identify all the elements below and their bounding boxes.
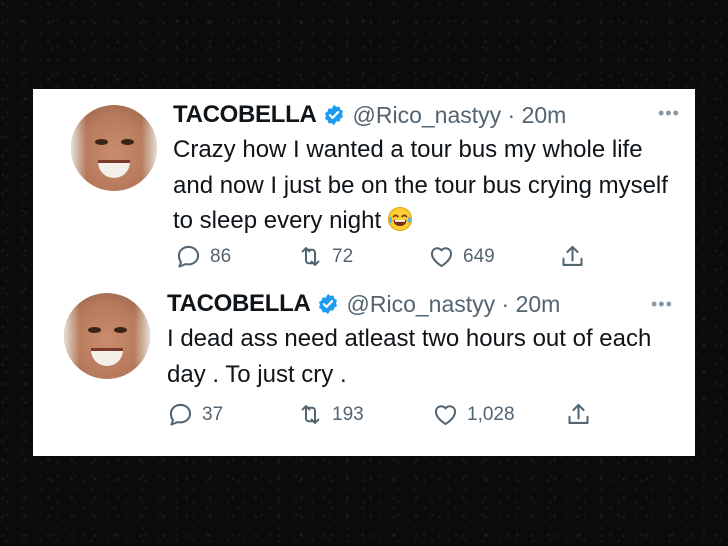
tweet-text: I dead ass need atleast two hours out of…: [167, 325, 652, 388]
like-icon: [430, 247, 453, 268]
separator-dot: ·: [495, 290, 516, 317]
avatar[interactable]: [64, 293, 150, 379]
more-options-icon[interactable]: •••: [651, 294, 673, 315]
tweet-header: TACOBELLA @Rico_nastyy · 20m: [167, 289, 560, 319]
share-button[interactable]: [559, 243, 586, 270]
tweet-header: TACOBELLA @Rico_nastyy · 20m: [173, 100, 566, 130]
tweet[interactable]: TACOBELLA @Rico_nastyy · 20m ••• Crazy h…: [33, 89, 695, 275]
timestamp[interactable]: 20m: [522, 102, 567, 129]
more-options-icon[interactable]: •••: [658, 103, 680, 124]
retweet-count: 72: [332, 245, 354, 267]
like-icon: [434, 405, 457, 426]
tweet[interactable]: TACOBELLA @Rico_nastyy · 20m ••• I dead …: [33, 275, 695, 456]
separator-dot: ·: [501, 101, 522, 128]
reply-icon: [177, 245, 200, 268]
reply-button[interactable]: 37: [167, 401, 223, 428]
tweet-screenshot-card: TACOBELLA @Rico_nastyy · 20m ••• Crazy h…: [33, 89, 695, 456]
like-button[interactable]: 649: [428, 243, 495, 270]
share-icon: [568, 403, 589, 424]
handle[interactable]: @Rico_nastyy: [347, 291, 496, 318]
retweet-count: 193: [332, 403, 364, 425]
display-name[interactable]: TACOBELLA: [167, 290, 311, 318]
tears-of-joy-emoji: [388, 207, 413, 231]
verified-badge-icon: [324, 104, 343, 126]
display-name[interactable]: TACOBELLA: [173, 101, 317, 129]
reply-button[interactable]: 86: [175, 243, 231, 270]
retweet-icon: [301, 405, 320, 424]
tweet-text: Crazy how I wanted a tour bus my whole l…: [173, 132, 673, 239]
retweet-icon: [301, 247, 320, 266]
handle[interactable]: @Rico_nastyy: [353, 102, 502, 129]
timestamp[interactable]: 20m: [516, 291, 561, 318]
share-icon: [562, 245, 583, 266]
retweet-button[interactable]: 72: [297, 243, 353, 270]
reply-count: 37: [202, 403, 224, 425]
tweet-text-body: Crazy how I wanted a tour bus my whole l…: [173, 136, 668, 234]
reply-icon: [169, 403, 192, 426]
like-count: 649: [463, 245, 495, 267]
avatar[interactable]: [71, 105, 157, 191]
like-button[interactable]: 1,028: [432, 401, 515, 428]
retweet-button[interactable]: 193: [297, 401, 364, 428]
share-button[interactable]: [565, 401, 592, 428]
reply-count: 86: [210, 245, 232, 267]
verified-badge-icon: [318, 293, 337, 315]
like-count: 1,028: [467, 403, 515, 425]
